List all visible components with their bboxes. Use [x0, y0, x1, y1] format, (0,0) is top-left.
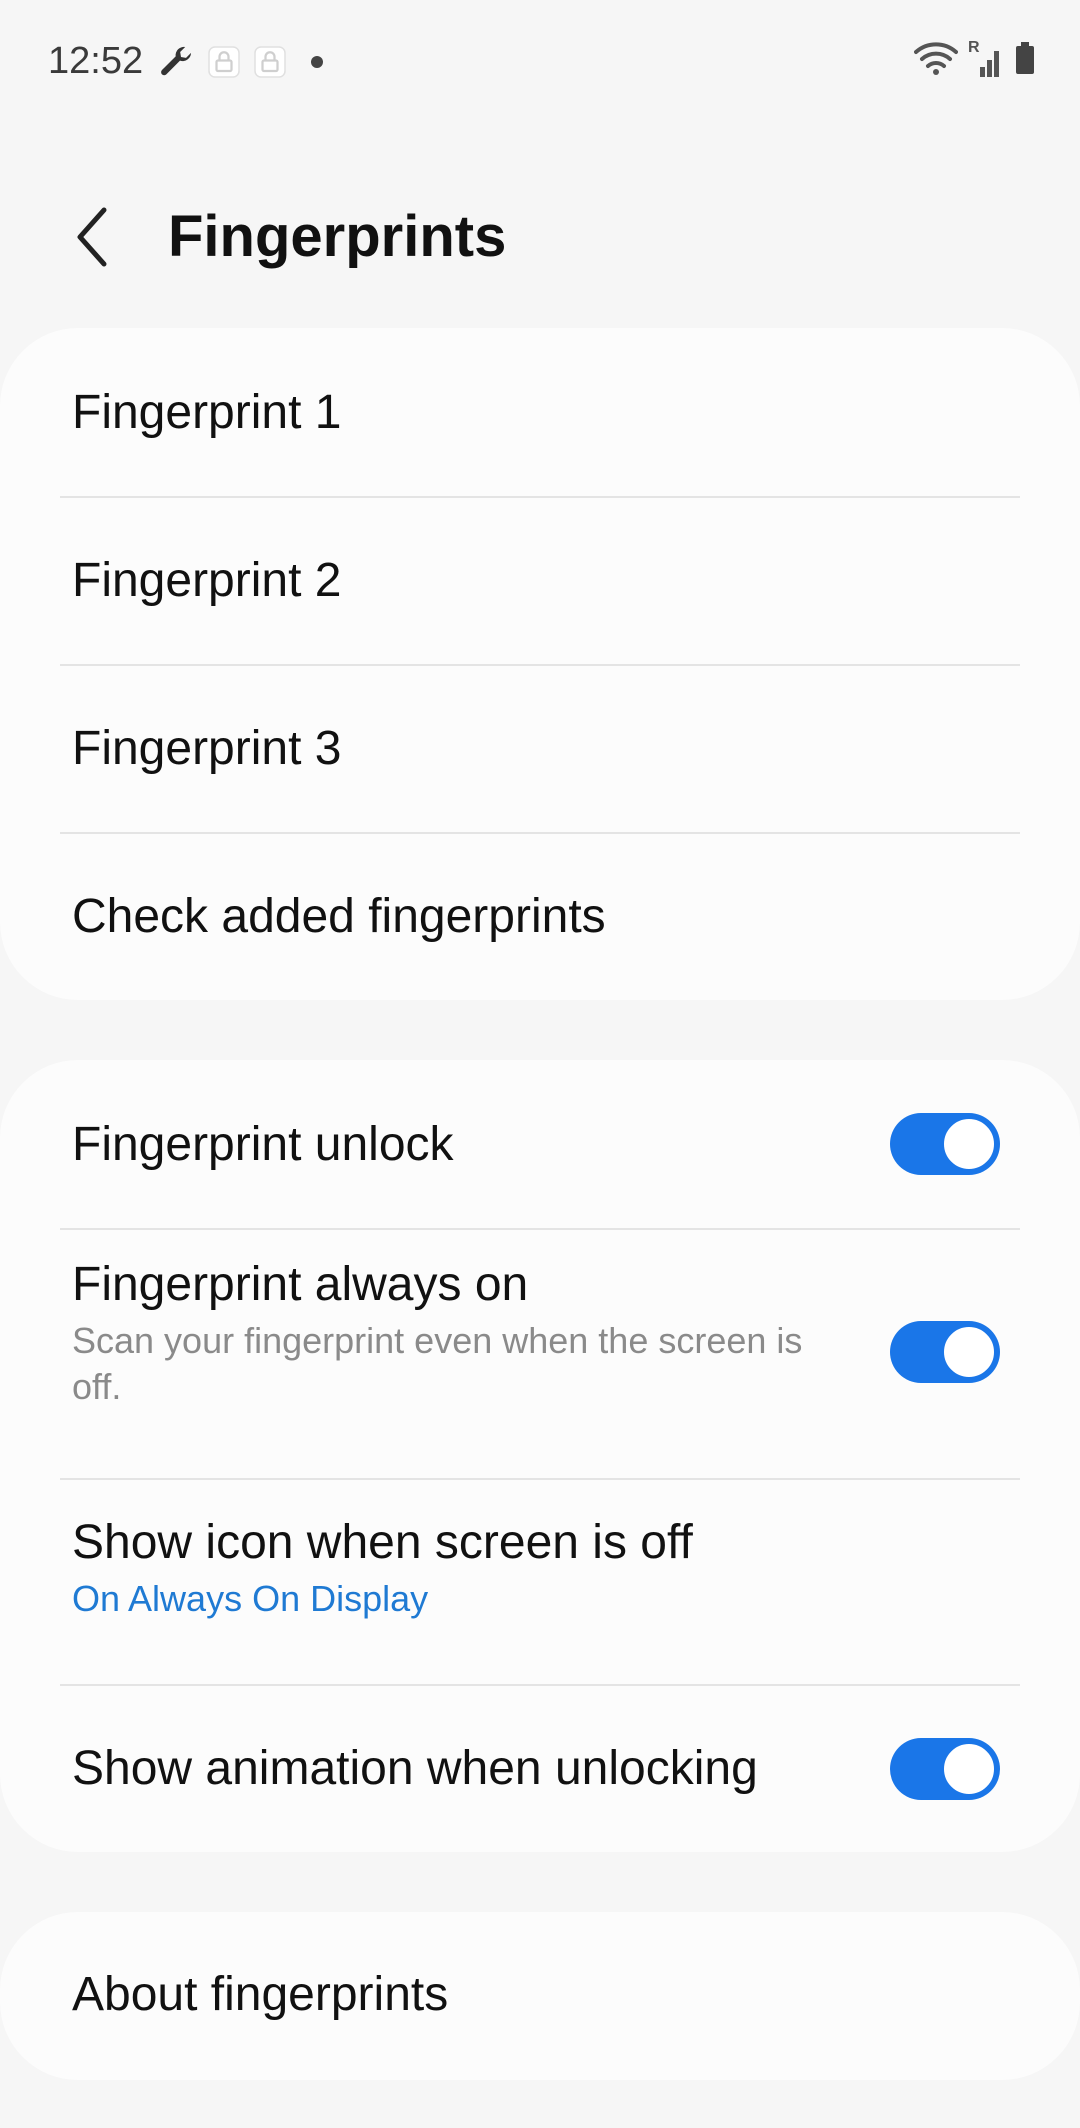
list-item-label: Check added fingerprints	[72, 890, 606, 943]
list-item-fingerprint-3[interactable]: Fingerprint 3	[0, 666, 1080, 832]
list-item-label: Fingerprint 3	[72, 722, 342, 775]
fingerprint-always-on-label: Fingerprint always on	[72, 1258, 529, 1311]
show-icon-when-screen-off-row[interactable]: Show icon when screen is off On Always O…	[0, 1480, 1080, 1684]
list-item-fingerprint-1[interactable]: Fingerprint 1	[0, 328, 1080, 496]
wifi-icon	[914, 40, 958, 81]
fingerprint-always-on-row[interactable]: Fingerprint always on Scan your fingerpr…	[0, 1230, 1080, 1478]
notification-icons	[156, 42, 324, 87]
about-fingerprints-item[interactable]: About fingerprints	[0, 1912, 1080, 2080]
toggle-knob	[941, 1116, 997, 1172]
lock-badge-icon	[206, 44, 242, 85]
app-bar: Fingerprints	[0, 180, 1080, 290]
fingerprint-settings-card: Fingerprint unlock Fingerprint always on…	[0, 1060, 1080, 1852]
list-item-fingerprint-2[interactable]: Fingerprint 2	[0, 498, 1080, 664]
battery-icon	[1014, 40, 1036, 81]
about-card: About fingerprints	[0, 1912, 1080, 2080]
show-icon-value: On Always On Display	[72, 1578, 429, 1619]
show-animation-row[interactable]: Show animation when unlocking	[0, 1686, 1080, 1852]
show-icon-label: Show icon when screen is off	[72, 1516, 693, 1569]
fingerprint-unlock-label: Fingerprint unlock	[72, 1118, 454, 1171]
show-animation-label: Show animation when unlocking	[72, 1742, 758, 1795]
back-button[interactable]	[62, 204, 122, 270]
toggle-knob	[941, 1324, 997, 1380]
page-title: Fingerprints	[168, 204, 507, 269]
lock-badge-icon	[252, 44, 288, 85]
list-item-label: Fingerprint 2	[72, 554, 342, 607]
show-animation-toggle[interactable]	[890, 1738, 1000, 1800]
toggle-knob	[941, 1741, 997, 1797]
wrench-icon	[156, 42, 196, 87]
fingerprint-unlock-row[interactable]: Fingerprint unlock	[0, 1060, 1080, 1228]
system-status-icons: R	[914, 39, 1036, 81]
back-arrow-icon	[77, 207, 107, 267]
check-added-fingerprints-item[interactable]: Check added fingerprints	[0, 834, 1080, 1000]
status-time: 12:52	[48, 40, 144, 82]
fingerprints-card: Fingerprint 1 Fingerprint 2 Fingerprint …	[0, 328, 1080, 1000]
fingerprint-always-on-toggle[interactable]	[890, 1321, 1000, 1383]
signal-roaming-icon: R	[968, 39, 1004, 79]
status-bar: 12:52 R	[0, 0, 1080, 120]
fingerprint-always-on-description: Scan your fingerprint even when the scre…	[72, 1320, 803, 1407]
fingerprint-unlock-toggle[interactable]	[890, 1113, 1000, 1175]
list-item-label: Fingerprint 1	[72, 386, 342, 439]
dot-icon	[310, 55, 324, 74]
about-fingerprints-label: About fingerprints	[72, 1968, 449, 2021]
